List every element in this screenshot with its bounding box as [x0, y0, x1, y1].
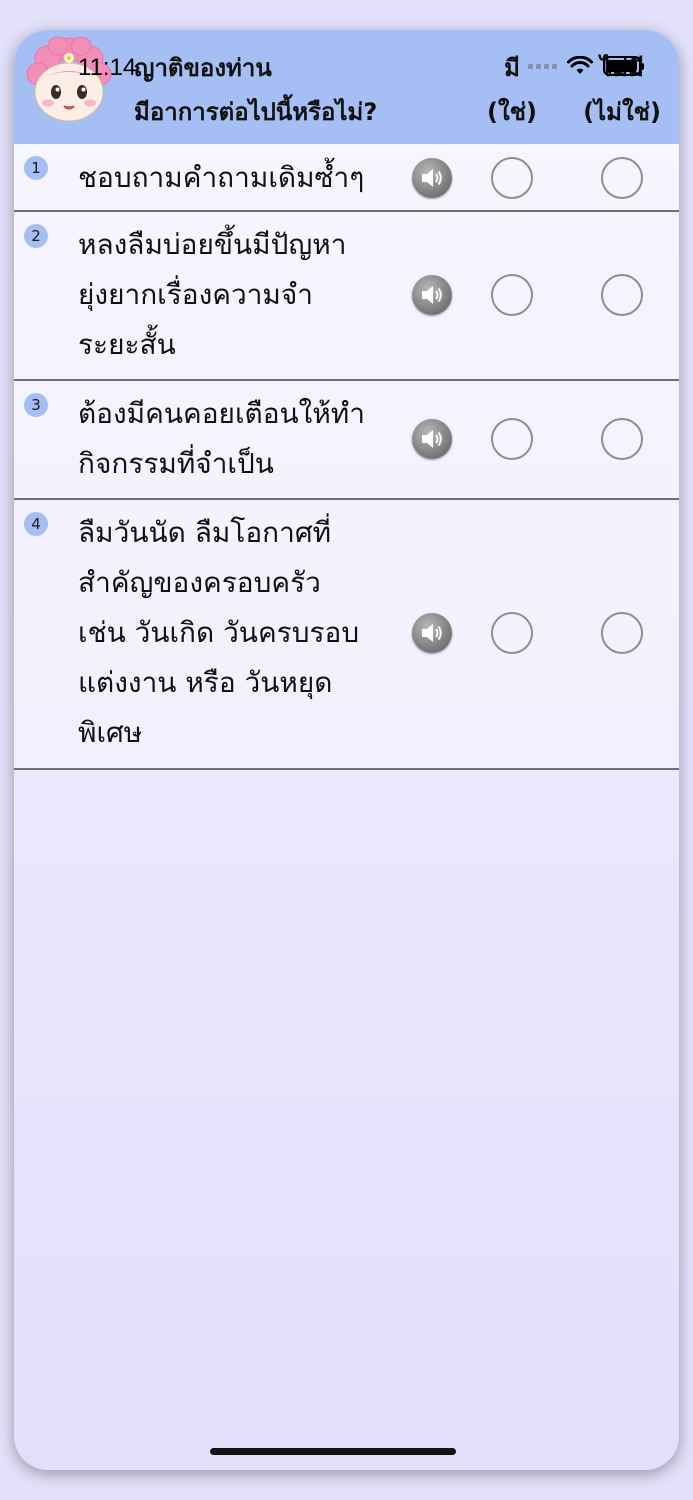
- question-row-2: 2 หลงลืมบ่อยขึ้นมีปัญหา ยุ่งยากเรื่องควา…: [14, 212, 679, 381]
- speaker-button[interactable]: [412, 613, 452, 653]
- question-number-badge: 1: [24, 156, 48, 180]
- question-text-line: ลืมวันนัด ลืมโอกาศที่: [78, 516, 332, 549]
- column-no-line2: (ไม่ใช่): [583, 98, 661, 126]
- radio-no[interactable]: [601, 612, 643, 654]
- question-text-line: ต้องมีคนคอยเตือนให้ทำ: [78, 397, 365, 430]
- header-bar: ญาติของท่าน มีอาการต่อไปนี้หรือไม่? มี (…: [14, 30, 679, 144]
- question-text-line: แต่งงาน หรือ วันหยุด: [78, 666, 333, 699]
- home-indicator[interactable]: [210, 1448, 456, 1455]
- radio-yes[interactable]: [491, 274, 533, 316]
- question-text-line: กิจกรรมที่จำเป็น: [78, 447, 274, 480]
- header-question-line1: ญาติของท่าน: [134, 54, 272, 82]
- battery-icon: [603, 56, 644, 76]
- question-row-1: 1 ชอบถามคำถามเดิมซ้ำๆ: [14, 144, 679, 212]
- status-time: 11:14: [78, 54, 137, 81]
- question-text-line: ชอบถามคำถามเดิมซ้ำๆ: [78, 161, 365, 194]
- question-row-4: 4 ลืมวันนัด ลืมโอกาศที่ สำคัญของครอบครัว…: [14, 500, 679, 770]
- question-text: ชอบถามคำถามเดิมซ้ำๆ: [78, 153, 408, 203]
- radio-yes[interactable]: [491, 612, 533, 654]
- question-text-line: หลงลืมบ่อยขึ้นมีปัญหา: [78, 228, 347, 261]
- speaker-icon: [422, 286, 442, 304]
- wifi-icon: [567, 56, 593, 74]
- question-number-badge: 4: [24, 512, 48, 536]
- app-screen: ญาติของท่าน มีอาการต่อไปนี้หรือไม่? มี (…: [14, 30, 679, 1470]
- question-text: ลืมวันนัด ลืมโอกาศที่ สำคัญของครอบครัว เ…: [78, 508, 408, 758]
- radio-yes[interactable]: [491, 157, 533, 199]
- question-text-line: ยุ่งยากเรื่องความจำ: [78, 278, 314, 311]
- question-text: หลงลืมบ่อยขึ้นมีปัญหา ยุ่งยากเรื่องความจ…: [78, 220, 408, 370]
- status-indicators: [528, 56, 644, 76]
- question-text-line: สำคัญของครอบครัว: [78, 566, 321, 599]
- cellular-signal-icon: [528, 63, 557, 69]
- question-text-line: พิเศษ: [78, 716, 143, 749]
- speaker-icon: [422, 169, 442, 187]
- question-text: ต้องมีคนคอยเตือนให้ทำ กิจกรรมที่จำเป็น: [78, 389, 408, 489]
- radio-no[interactable]: [601, 418, 643, 460]
- header-question-line2: มีอาการต่อไปนี้หรือไม่?: [134, 98, 378, 126]
- speaker-button[interactable]: [412, 419, 452, 459]
- radio-yes[interactable]: [491, 418, 533, 460]
- speaker-button[interactable]: [412, 158, 452, 198]
- speaker-icon: [422, 624, 442, 642]
- question-text-line: ระยะสั้น: [78, 328, 176, 361]
- radio-no[interactable]: [601, 157, 643, 199]
- speaker-icon: [422, 430, 442, 448]
- question-text-line: เช่น วันเกิด วันครบรอบ: [78, 616, 360, 649]
- question-number-badge: 3: [24, 393, 48, 417]
- speaker-button[interactable]: [412, 275, 452, 315]
- question-number-badge: 2: [24, 224, 48, 248]
- column-yes-line2: (ใช่): [487, 98, 537, 126]
- radio-no[interactable]: [601, 274, 643, 316]
- question-row-3: 3 ต้องมีคนคอยเตือนให้ทำ กิจกรรมที่จำเป็น: [14, 381, 679, 500]
